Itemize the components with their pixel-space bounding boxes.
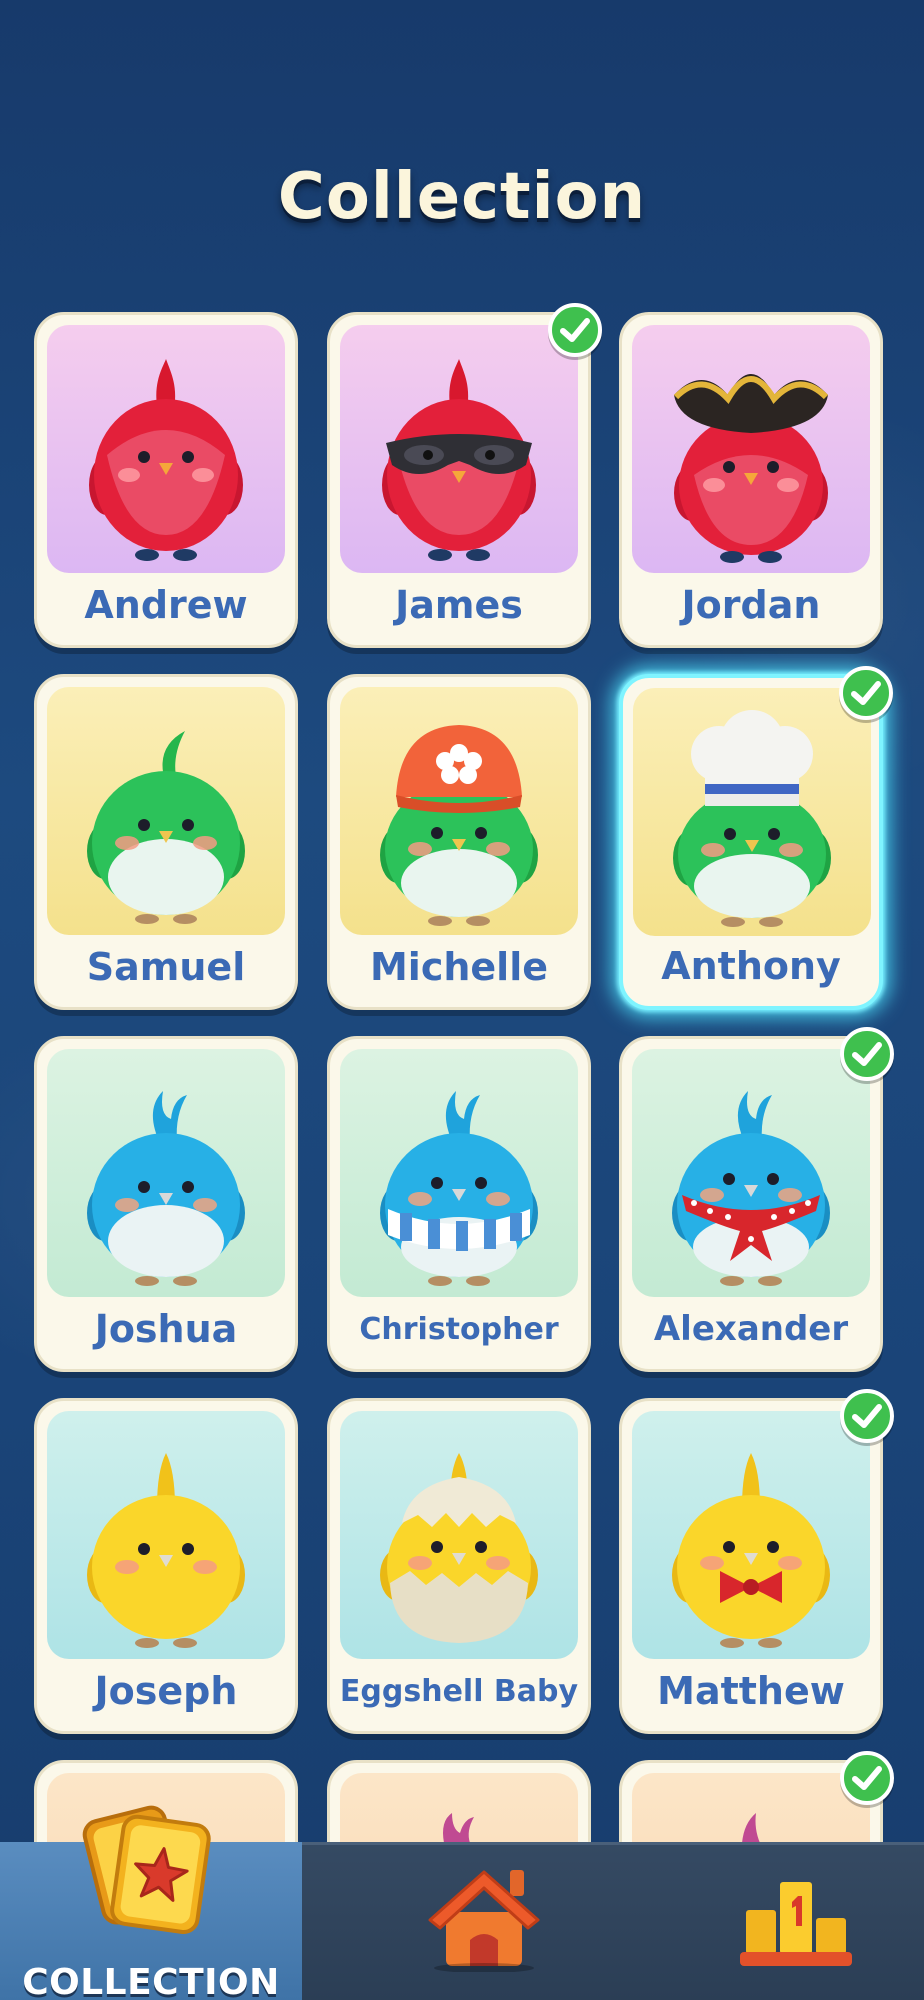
owned-check-icon [840,1751,894,1805]
yellow-bird-icon [87,1453,245,1648]
character-name: Alexander [653,1309,849,1349]
character-name: James [395,583,523,627]
character-portrait [632,1411,870,1659]
character-portrait [340,325,578,573]
character-name: Andrew [84,583,248,627]
character-card-james[interactable]: James [327,303,602,648]
character-card-christopher[interactable]: Christopher [327,1036,591,1372]
character-name: Samuel [86,945,246,989]
tab-collection-label[interactable]: COLLECTION [0,1962,302,2000]
character-name: Matthew [657,1669,845,1713]
owned-check-icon [548,303,602,357]
red-bird-icon [89,359,243,561]
character-portrait [47,1411,285,1659]
character-portrait [340,687,578,935]
red-bird-pirate-icon [673,374,829,563]
character-card-jordan[interactable]: Jordan [619,312,883,648]
podium-icon[interactable] [740,1860,852,1970]
character-card-matthew[interactable]: Matthew [619,1389,894,1734]
yellow-bird-eggshell-icon [380,1453,538,1643]
page-title: Collection [277,160,647,234]
blue-bird-icon [87,1091,245,1286]
owned-check-icon [839,666,893,720]
character-name: Joseph [94,1669,238,1713]
green-bird-chef-icon [673,710,831,927]
house-icon[interactable] [424,1862,544,1972]
character-portrait [47,325,285,573]
character-portrait [340,1411,578,1659]
character-name: Christopher [359,1312,559,1347]
character-card-anthony[interactable]: Anthony [619,666,893,1010]
blue-bird-bandana-icon [672,1091,830,1286]
owned-check-icon [840,1389,894,1443]
owned-check-icon [840,1027,894,1081]
character-portrait [632,325,870,573]
yellow-bird-bowtie-icon [672,1453,830,1648]
character-name: Anthony [661,944,841,988]
character-name: Joshua [94,1307,238,1351]
card-star-icon [82,1805,211,1935]
character-card-alexander[interactable]: Alexander [619,1027,894,1372]
character-card-joseph[interactable]: Joseph [34,1398,298,1734]
character-portrait [633,688,871,936]
character-portrait [47,687,285,935]
character-card-samuel[interactable]: Samuel [34,674,298,1010]
red-bird-masked-icon [382,359,536,561]
character-card-andrew[interactable]: Andrew [34,312,298,648]
character-portrait [340,1049,578,1297]
character-name: Michelle [369,945,548,989]
green-bird-cap-icon [380,725,538,926]
character-portrait [47,1049,285,1297]
character-card-michelle[interactable]: Michelle [327,674,591,1010]
character-card-joshua[interactable]: Joshua [34,1036,298,1372]
character-name: Eggshell Baby [339,1674,579,1709]
character-portrait [632,1049,870,1297]
character-card-eggshell-baby[interactable]: Eggshell Baby [327,1398,591,1734]
blue-bird-scarf-icon [380,1091,538,1286]
character-name: Jordan [681,583,821,627]
green-bird-icon [87,731,245,924]
